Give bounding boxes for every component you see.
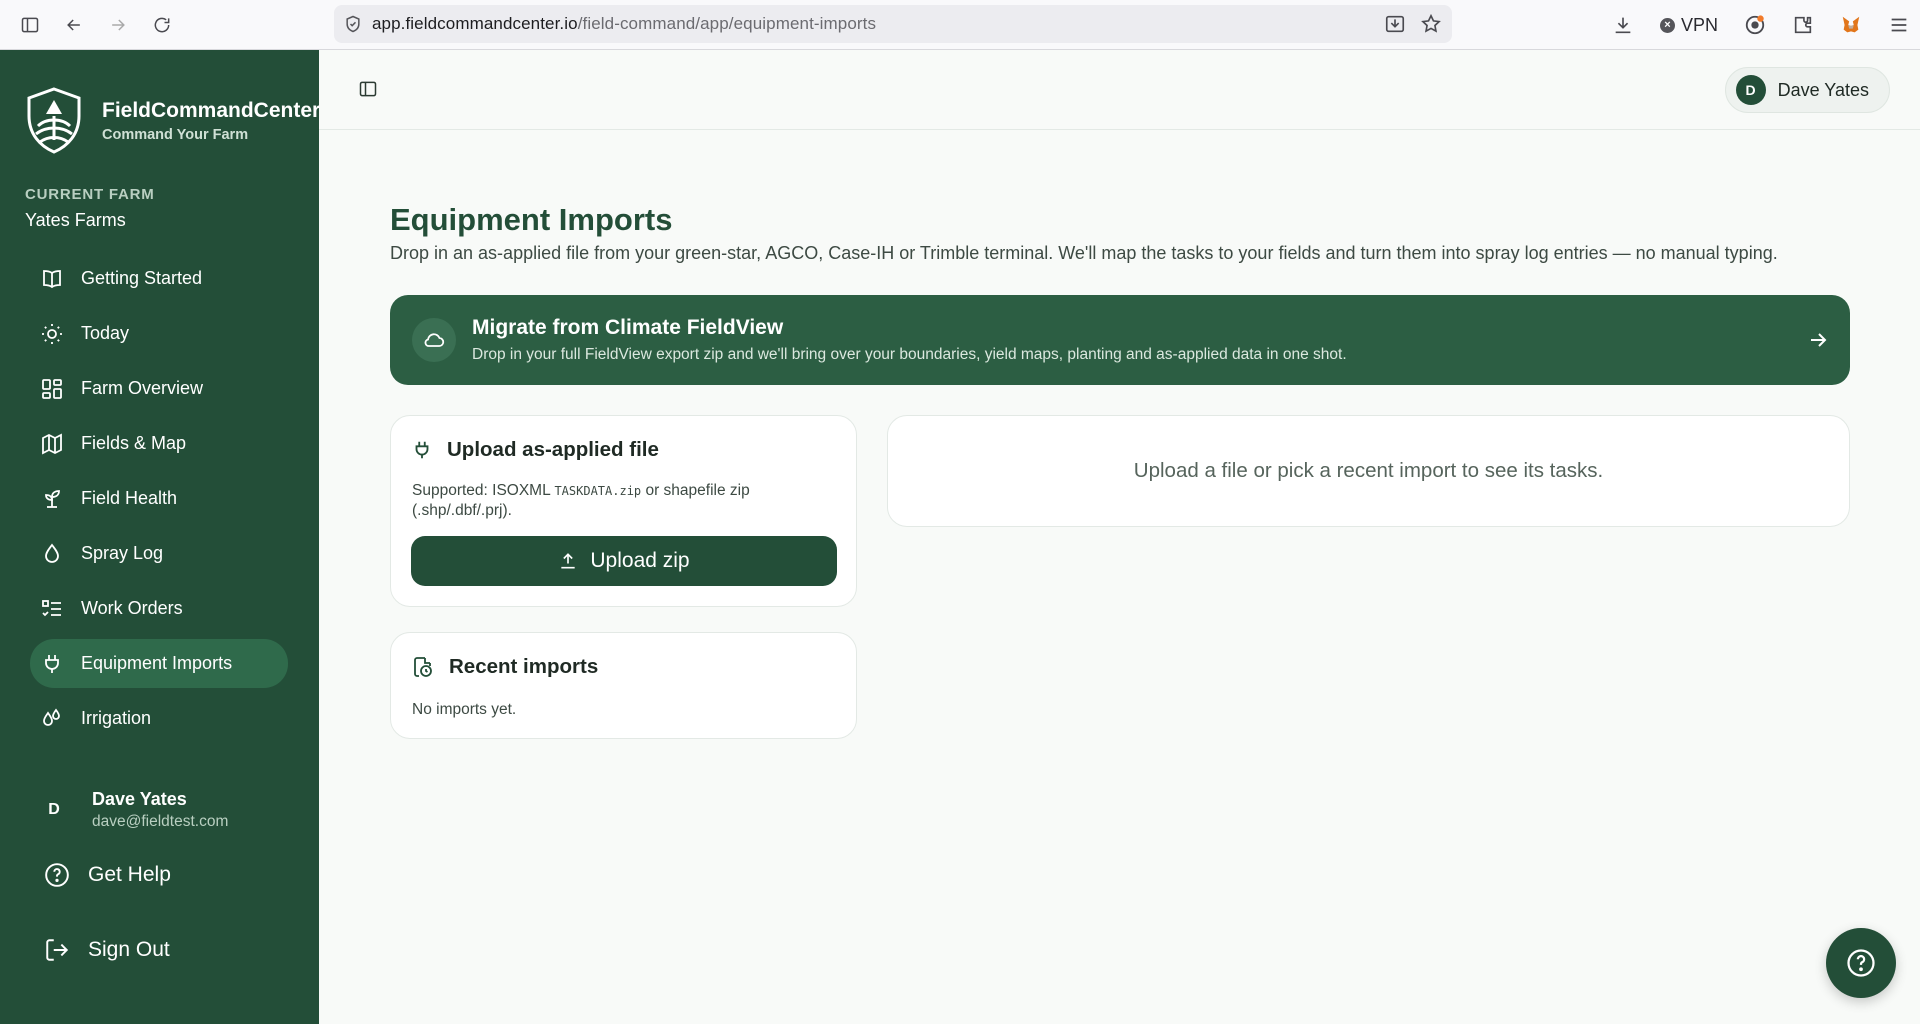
- grid-icon: [40, 377, 64, 401]
- panel-toggle-icon[interactable]: [358, 79, 378, 99]
- downloads-icon[interactable]: [1612, 14, 1634, 36]
- map-icon: [40, 432, 64, 456]
- help-circle-icon: [1846, 948, 1876, 978]
- fieldview-migration-banner[interactable]: Migrate from Climate FieldView Drop in y…: [390, 295, 1850, 385]
- droplet-icon: [40, 542, 64, 566]
- page-title: Equipment Imports: [390, 202, 673, 237]
- account-icon[interactable]: [1744, 14, 1766, 36]
- supported-code: TASKDATA.zip: [554, 484, 642, 498]
- app-name: FieldCommandCenter: [102, 99, 321, 122]
- back-icon[interactable]: [52, 0, 96, 50]
- user-menu-name: Dave Yates: [1777, 79, 1869, 100]
- banner-description: Drop in your full FieldView export zip a…: [472, 346, 1347, 363]
- vpn-label: VPN: [1680, 14, 1718, 35]
- cloud-icon: [412, 318, 456, 362]
- app-tagline: Command Your Farm: [102, 127, 249, 143]
- user-email: dave@fieldtest.com: [92, 813, 229, 830]
- get-help-link[interactable]: Get Help: [44, 862, 171, 888]
- banner-title: Migrate from Climate FieldView: [472, 316, 784, 339]
- sidebar-item-label: Spray Log: [81, 543, 164, 563]
- sidebar-item-label: Fields & Map: [81, 433, 187, 453]
- sun-icon: [40, 322, 64, 346]
- help-circle-icon: [44, 862, 70, 888]
- help-fab-button[interactable]: [1826, 928, 1896, 998]
- current-farm-name[interactable]: Yates Farms: [25, 210, 126, 231]
- user-name: Dave Yates: [92, 789, 187, 809]
- sidebar-nav: Getting Started Today Farm Overview Fiel…: [30, 254, 288, 749]
- sidebar-item-label: Farm Overview: [81, 378, 204, 398]
- forward-icon[interactable]: [96, 0, 140, 50]
- sidebar-item-field-health[interactable]: Field Health: [30, 474, 288, 523]
- sign-out-link[interactable]: Sign Out: [44, 937, 170, 963]
- page-subtitle: Drop in an as-applied file from your gre…: [390, 243, 1778, 263]
- avatar: D: [1735, 75, 1766, 105]
- sprout-icon: [40, 487, 64, 511]
- bookmark-star-icon[interactable]: [1420, 13, 1442, 35]
- upload-zip-label: Upload zip: [590, 549, 690, 572]
- tasks-placeholder: Upload a file or pick a recent import to…: [1133, 459, 1604, 482]
- recent-imports-empty: No imports yet.: [412, 701, 517, 718]
- get-help-label: Get Help: [88, 863, 171, 886]
- plug-icon: [411, 438, 433, 462]
- current-farm-label: CURRENT FARM: [25, 186, 155, 203]
- vpn-off-icon: ×: [1659, 17, 1675, 33]
- sidebar-item-irrigation[interactable]: Irrigation: [30, 694, 288, 743]
- sidebar-item-today[interactable]: Today: [30, 309, 288, 358]
- site-shield-icon[interactable]: [334, 14, 372, 34]
- sidebar-item-fields-map[interactable]: Fields & Map: [30, 419, 288, 468]
- browser-toolbar: app.fieldcommandcenter.io/field-command/…: [0, 0, 1920, 50]
- menu-icon[interactable]: [1888, 14, 1910, 36]
- recent-imports-card: Recent imports No imports yet.: [390, 632, 857, 739]
- vpn-button[interactable]: × VPN: [1659, 14, 1718, 36]
- recent-imports-title: Recent imports: [449, 655, 599, 678]
- upload-card-title: Upload as-applied file: [447, 438, 659, 461]
- sidebar-item-equipment-imports[interactable]: Equipment Imports: [30, 639, 288, 688]
- url-bar[interactable]: app.fieldcommandcenter.io/field-command/…: [334, 5, 1452, 43]
- sign-out-label: Sign Out: [88, 938, 170, 961]
- user-menu-button[interactable]: D Dave Yates: [1724, 67, 1890, 113]
- tasks-panel: Upload a file or pick a recent import to…: [887, 415, 1850, 527]
- sidebar-item-label: Irrigation: [81, 708, 152, 728]
- file-clock-icon: [411, 655, 435, 679]
- shield-logo-icon: [24, 86, 84, 156]
- sidebar-item-label: Getting Started: [81, 268, 203, 288]
- upload-card-header: Upload as-applied file: [411, 438, 659, 462]
- upload-card: Upload as-applied file Supported: ISOXML…: [390, 415, 857, 607]
- extensions-icon[interactable]: [1792, 14, 1814, 36]
- avatar: D: [48, 801, 60, 818]
- arrow-right-icon: [1806, 328, 1830, 352]
- supported-prefix: Supported: ISOXML: [412, 482, 555, 499]
- droplets-icon: [40, 707, 64, 731]
- reload-icon[interactable]: [140, 0, 184, 50]
- supported-formats: Supported: ISOXML TASKDATA.zip or shapef…: [412, 481, 832, 521]
- sidebar-item-getting-started[interactable]: Getting Started: [30, 254, 288, 303]
- sidebar-item-label: Today: [81, 323, 130, 343]
- metamask-fox-icon[interactable]: [1840, 14, 1862, 36]
- plug-icon: [40, 652, 64, 676]
- sidebar-item-label: Field Health: [81, 488, 178, 508]
- sidebar-toggle-icon[interactable]: [8, 0, 52, 50]
- sidebar-item-farm-overview[interactable]: Farm Overview: [30, 364, 288, 413]
- sidebar-item-work-orders[interactable]: Work Orders: [30, 584, 288, 633]
- url-text: app.fieldcommandcenter.io/field-command/…: [372, 14, 877, 33]
- recent-imports-header: Recent imports: [411, 655, 598, 679]
- book-icon: [40, 267, 64, 291]
- sidebar-item-label: Work Orders: [81, 598, 183, 618]
- app-logo-link[interactable]: FieldCommandCenter Command Your Farm: [24, 86, 320, 156]
- sidebar-item-label: Equipment Imports: [81, 653, 233, 673]
- log-out-icon: [44, 937, 70, 963]
- upload-icon: [558, 551, 578, 571]
- sidebar: FieldCommandCenter Command Your Farm CUR…: [0, 50, 320, 1024]
- app-topbar: D Dave Yates: [319, 50, 1920, 130]
- upload-zip-button[interactable]: Upload zip: [411, 536, 837, 586]
- list-checks-icon: [40, 597, 64, 621]
- save-page-icon[interactable]: [1384, 13, 1406, 35]
- sidebar-item-spray-log[interactable]: Spray Log: [30, 529, 288, 578]
- sidebar-user[interactable]: D Dave Yates dave@fieldtest.com: [36, 789, 228, 831]
